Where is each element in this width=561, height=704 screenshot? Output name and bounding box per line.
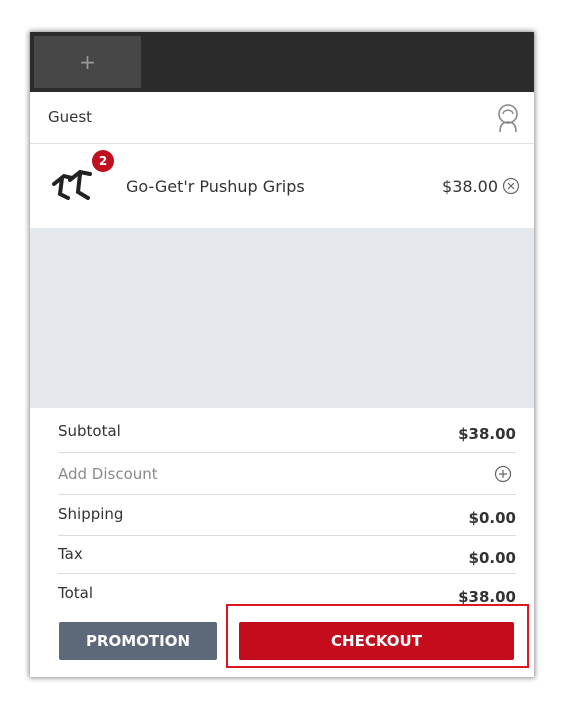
item-name: Go-Get'r Pushup Grips bbox=[126, 177, 305, 196]
subtotal-label: Subtotal bbox=[58, 422, 121, 440]
customer-name: Guest bbox=[48, 108, 93, 126]
subtotal-value: $38.00 bbox=[458, 425, 516, 443]
subtotal-row: Subtotal $38.00 bbox=[58, 408, 516, 453]
pushup-grips-image bbox=[52, 169, 92, 200]
add-discount-icon[interactable] bbox=[494, 465, 512, 483]
add-discount-row[interactable]: Add Discount bbox=[58, 453, 516, 495]
user-icon[interactable] bbox=[494, 102, 522, 134]
add-tab-button[interactable]: + bbox=[34, 36, 141, 88]
promotion-button[interactable]: PROMOTION bbox=[59, 622, 217, 660]
tax-row: Tax $0.00 bbox=[58, 536, 516, 574]
add-discount-label: Add Discount bbox=[58, 465, 158, 483]
tax-value: $0.00 bbox=[468, 549, 516, 567]
checkout-highlight-box bbox=[226, 604, 529, 668]
pos-cart-panel: + Guest Go-Get'r Pushup Grips $38.00 Sub… bbox=[30, 32, 534, 677]
customer-row[interactable]: Guest bbox=[30, 92, 534, 144]
top-bar: + bbox=[30, 32, 534, 92]
tax-label: Tax bbox=[58, 545, 83, 563]
total-label: Total bbox=[58, 584, 94, 602]
item-price: $38.00 bbox=[442, 177, 498, 196]
quantity-badge: 2 bbox=[92, 150, 114, 172]
shipping-value: $0.00 bbox=[468, 509, 516, 527]
shipping-label: Shipping bbox=[58, 505, 124, 523]
shipping-row: Shipping $0.00 bbox=[58, 495, 516, 536]
remove-item-icon[interactable] bbox=[502, 177, 520, 195]
cart-empty-area bbox=[30, 228, 534, 408]
